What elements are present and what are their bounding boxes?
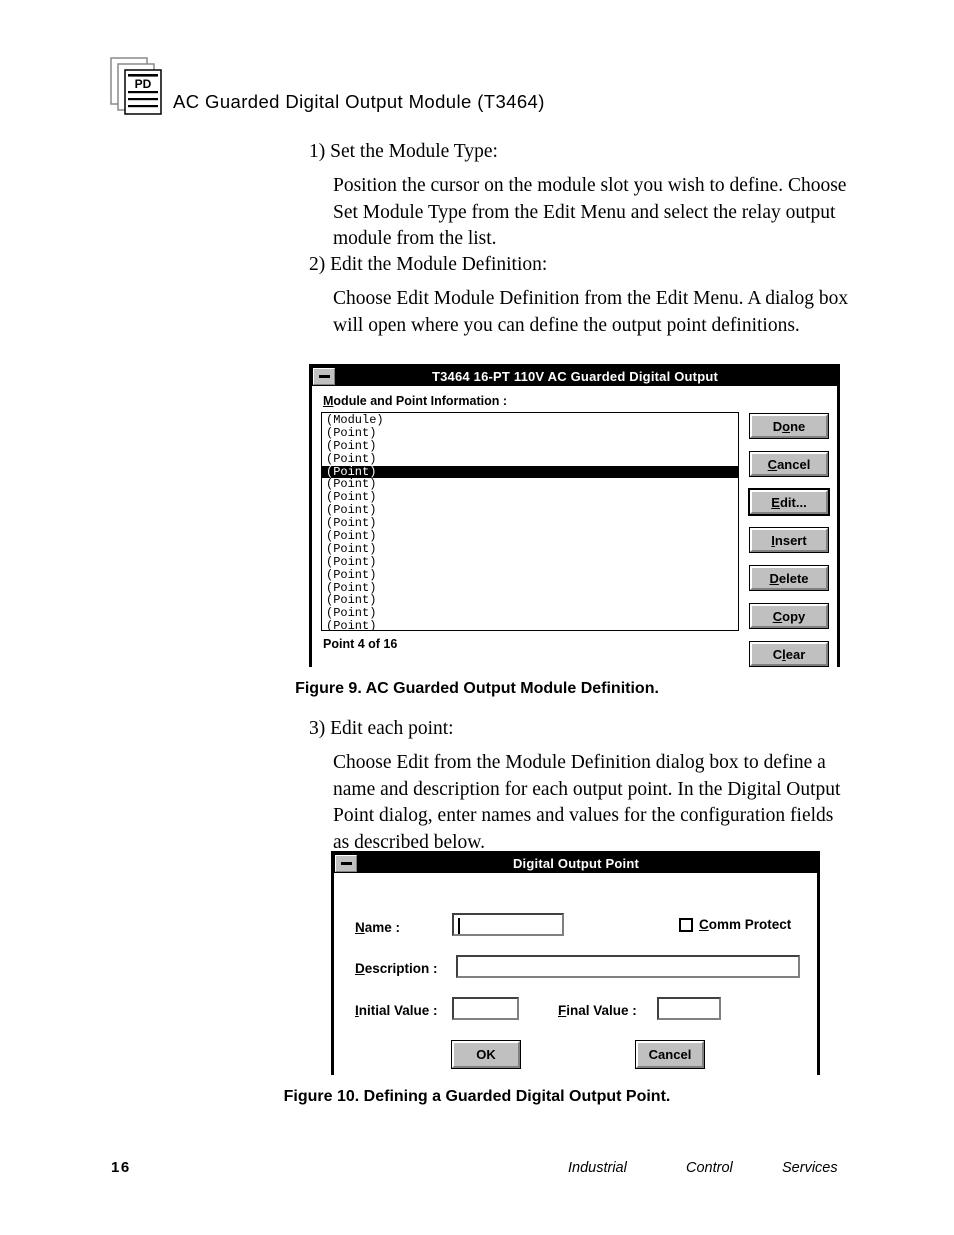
copy-button[interactable]: Copy [749, 603, 829, 629]
description-label: Description : [355, 961, 438, 976]
list-item[interactable]: (Point) [322, 530, 738, 543]
list-item[interactable]: (Module) [322, 414, 738, 427]
figure-10-caption: Figure 10. Defining a Guarded Digital Ou… [283, 1088, 671, 1105]
digital-output-point-dialog[interactable]: Digital Output Point Name : Comm Protect… [331, 851, 820, 1075]
list-item[interactable]: (Point) [322, 543, 738, 556]
ok-button[interactable]: OK [451, 1040, 521, 1069]
list-item[interactable]: (Point) [322, 517, 738, 530]
comm-protect-checkbox[interactable]: Comm Protect [679, 917, 791, 932]
dialog-titlebar: Digital Output Point [334, 854, 817, 873]
step-2-heading: 2) Edit the Module Definition: [309, 254, 548, 275]
checkbox-box[interactable] [679, 917, 693, 932]
list-item[interactable]: (Point) [322, 568, 738, 582]
list-item[interactable]: (Point) [322, 594, 738, 607]
list-item[interactable]: (Point) [322, 581, 738, 595]
edit-button[interactable]: Edit... [748, 488, 830, 516]
cancel-button[interactable]: Cancel [635, 1040, 705, 1069]
dialog-title: Digital Output Point [512, 856, 640, 871]
dialog-titlebar: T3464 16-PT 110V AC Guarded Digital Outp… [312, 367, 837, 386]
step-3-heading: 3) Edit each point: [309, 718, 454, 739]
minimize-icon[interactable] [335, 855, 357, 872]
name-label: Name : [355, 920, 401, 935]
page-header: PD AC Guarded Digital Output Module (T34… [0, 0, 954, 130]
step-1-heading: 1) Set the Module Type: [309, 141, 498, 162]
status-text: Point 4 of 16 [323, 637, 398, 651]
step-3-body: Choose Edit from the Module Definition d… [333, 752, 841, 853]
minimize-icon[interactable] [313, 368, 335, 385]
list-item[interactable]: (Point) [322, 491, 738, 504]
stacked-documents-icon: PD [110, 57, 162, 115]
description-input[interactable] [456, 955, 800, 978]
list-item[interactable]: (Point) [322, 465, 738, 479]
comm-protect-label: Comm Protect [699, 917, 792, 932]
insert-button[interactable]: Insert [749, 527, 829, 553]
dialog-body: Module and Point Information : (Module)(… [312, 386, 837, 667]
figure-9-caption: Figure 9. AC Guarded Output Module Defin… [295, 680, 659, 697]
footer-word-industrial: Industrial [568, 1160, 627, 1176]
name-input[interactable] [452, 913, 564, 936]
done-button[interactable]: Do ne [749, 413, 829, 439]
text-caret [458, 918, 460, 934]
module-definition-dialog[interactable]: T3464 16-PT 110V AC Guarded Digital Outp… [309, 364, 840, 667]
list-item[interactable]: (Point) [322, 439, 738, 453]
final-value-input[interactable] [657, 997, 721, 1020]
dialog-button-column: Do ne Cancel Edit... Insert Delete Copy Cl ear [748, 413, 830, 680]
final-value-label: Final Value : [558, 1003, 637, 1018]
module-info-label: Module and Point Information : [323, 394, 508, 408]
module-point-listbox[interactable]: (Module) (Point) (Point) (Point) (Point) (Poi… [321, 412, 739, 631]
initial-value-input[interactable] [452, 997, 519, 1020]
list-item[interactable]: (Point) [322, 478, 738, 491]
list-item[interactable]: (Point) [322, 452, 738, 466]
cancel-button[interactable]: Cancel [749, 451, 829, 477]
footer-word-control: Control [686, 1160, 733, 1176]
delete-button[interactable]: Delete [749, 565, 829, 591]
clear-button[interactable]: Cl ear [749, 641, 829, 667]
step-2-body: Choose Edit Module Definition from the E… [333, 288, 849, 336]
list-item[interactable]: (Point) [322, 620, 738, 630]
module-info-label-rest: odule and Point Information : [333, 394, 508, 408]
list-item[interactable]: (Point) [322, 426, 738, 440]
step-1-body: Position the cursor on the module slot y… [333, 175, 847, 249]
list-item[interactable]: (Point) [322, 607, 738, 620]
initial-value-label: Initial Value : [355, 1003, 438, 1018]
page-title: AC Guarded Digital Output Module (T3464) [173, 91, 545, 112]
footer-word-services: Services [782, 1160, 838, 1176]
footer-page-number: 16 [111, 1159, 131, 1176]
list-item[interactable]: (Point) [322, 504, 738, 517]
dialog-title: T3464 16-PT 110V AC Guarded Digital Outp… [431, 369, 719, 384]
svg-text:PD: PD [135, 77, 152, 91]
list-item[interactable]: (Point) [322, 555, 738, 569]
dialog-body: Name : Comm Protect Description : Initia… [334, 873, 817, 1075]
